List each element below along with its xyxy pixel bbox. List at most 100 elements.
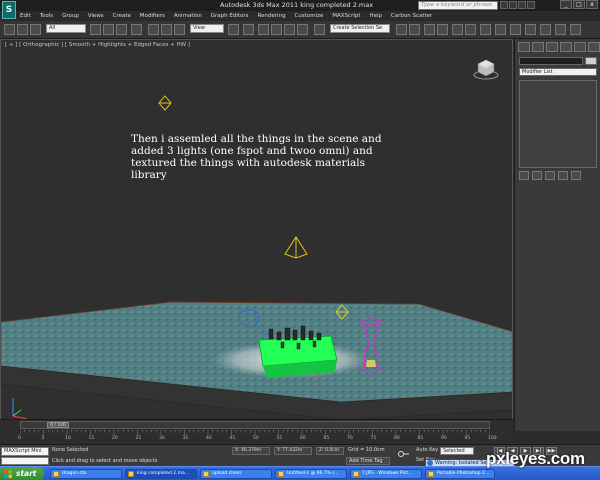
close-button[interactable]: x bbox=[586, 0, 598, 9]
edit-named-sets-icon[interactable] bbox=[314, 24, 325, 35]
add-time-tag-button[interactable]: Add Time Tag bbox=[346, 457, 390, 465]
search-input[interactable]: Type a keyword or phrase bbox=[418, 1, 498, 10]
object-name-field[interactable] bbox=[519, 57, 583, 65]
menu-group[interactable]: Group bbox=[62, 11, 79, 21]
pivot-icon[interactable] bbox=[228, 24, 239, 35]
material-editor-icon[interactable] bbox=[480, 24, 491, 35]
taskbar-item-upload-chess[interactable]: upload chess bbox=[200, 469, 272, 479]
snap-toggle-icon[interactable] bbox=[258, 24, 269, 35]
track-tick-label: 45 bbox=[229, 436, 236, 441]
menu-customize[interactable]: Customize bbox=[294, 11, 323, 21]
selection-status: None Selected bbox=[52, 447, 89, 453]
render-production-icon[interactable] bbox=[525, 24, 536, 35]
mirror-icon[interactable] bbox=[396, 24, 407, 35]
menu-tools[interactable]: Tools bbox=[40, 11, 54, 21]
select-by-name-icon[interactable] bbox=[103, 24, 114, 35]
menu-bar: Edit Tools Group Views Create Modifiers … bbox=[20, 11, 600, 21]
reference-coordinate-select[interactable]: View bbox=[190, 24, 224, 33]
menu-graph-editors[interactable]: Graph Editors bbox=[211, 11, 249, 21]
track-tick-label: 85 bbox=[417, 436, 424, 441]
rendered-frame-icon[interactable] bbox=[510, 24, 521, 35]
hierarchy-tab-icon[interactable] bbox=[546, 42, 558, 52]
object-color-swatch[interactable] bbox=[585, 57, 597, 65]
menu-maxscript[interactable]: MAXScript bbox=[332, 11, 360, 21]
modifier-list-select[interactable]: Modifier List bbox=[519, 68, 597, 76]
search-icon[interactable] bbox=[500, 1, 508, 9]
taskbar-item-photoshop[interactable]: Portable Photoshop 2... bbox=[425, 469, 495, 479]
menu-modifiers[interactable]: Modifiers bbox=[140, 11, 165, 21]
track-tick-label: 10 bbox=[65, 436, 71, 441]
menu-views[interactable]: Views bbox=[88, 11, 104, 21]
app-icon bbox=[428, 471, 434, 477]
move-icon[interactable] bbox=[148, 24, 159, 35]
modify-tab-icon[interactable] bbox=[532, 42, 544, 52]
taskbar-item-picture-viewer[interactable]: 7.JPG - Windows Pict... bbox=[350, 469, 422, 479]
x-coordinate-field[interactable]: X: 46.379m bbox=[232, 447, 270, 455]
spinner-snap-icon[interactable] bbox=[297, 24, 308, 35]
subscription-icon[interactable] bbox=[509, 1, 517, 9]
window-controls: _ □ x bbox=[559, 0, 598, 10]
utilities-tab-icon[interactable] bbox=[588, 42, 600, 52]
menu-help[interactable]: Help bbox=[369, 11, 382, 21]
menu-rendering[interactable]: Rendering bbox=[257, 11, 285, 21]
maximize-button[interactable]: □ bbox=[573, 0, 585, 9]
link-icon[interactable] bbox=[30, 24, 41, 35]
perspective-viewport[interactable]: [ + ] [ Orthographic ] [ Smooth + Highli… bbox=[0, 39, 513, 431]
render-iterative-icon[interactable] bbox=[540, 24, 551, 35]
graphite-toggle-icon[interactable] bbox=[437, 24, 448, 35]
menu-carbon-scatter[interactable]: Carbon Scatter bbox=[391, 11, 432, 21]
show-end-result-icon[interactable] bbox=[532, 171, 542, 180]
y-coordinate-field[interactable]: Y: 77.432m bbox=[274, 447, 312, 455]
key-icon[interactable] bbox=[398, 450, 410, 458]
viewport-label[interactable]: [ + ] [ Orthographic ] [ Smooth + Highli… bbox=[5, 42, 190, 48]
display-tab-icon[interactable] bbox=[574, 42, 586, 52]
schematic-view-icon[interactable] bbox=[465, 24, 476, 35]
curve-editor-icon[interactable] bbox=[452, 24, 463, 35]
remove-modifier-icon[interactable] bbox=[558, 171, 568, 180]
menu-animation[interactable]: Animation bbox=[174, 11, 202, 21]
z-coordinate-field[interactable]: Z: 0.0cm bbox=[316, 447, 344, 455]
menu-edit[interactable]: Edit bbox=[20, 11, 31, 21]
taskbar-item-photoshop-doc[interactable]: Untitled-1 @ 66.7% (... bbox=[275, 469, 347, 479]
percent-snap-icon[interactable] bbox=[284, 24, 295, 35]
taskbar-item-3dsmax[interactable]: king completed 2.ma... bbox=[125, 469, 197, 479]
rect-selection-icon[interactable] bbox=[116, 24, 127, 35]
modifier-stack[interactable] bbox=[519, 80, 597, 168]
window-title: Autodesk 3ds Max 2011 king completed 2.m… bbox=[220, 1, 374, 9]
align-icon[interactable] bbox=[409, 24, 420, 35]
track-tick-label: 70 bbox=[347, 436, 353, 441]
time-slider[interactable]: 0 / 100 bbox=[20, 421, 490, 429]
angle-snap-icon[interactable] bbox=[271, 24, 282, 35]
make-unique-icon[interactable] bbox=[545, 171, 555, 180]
auto-key-button[interactable]: Auto Key bbox=[416, 447, 438, 453]
named-selection-sets-select[interactable]: Create Selection Se bbox=[330, 24, 390, 33]
undo-icon[interactable] bbox=[4, 24, 15, 35]
maxscript-output-field[interactable] bbox=[1, 457, 49, 465]
time-slider-thumb[interactable]: 0 / 100 bbox=[47, 422, 69, 428]
configure-sets-icon[interactable] bbox=[571, 171, 581, 180]
maxscript-listener-input[interactable]: MAXScript Mini bbox=[1, 447, 49, 456]
key-filter-select[interactable]: Selected bbox=[440, 447, 474, 455]
scale-icon[interactable] bbox=[174, 24, 185, 35]
layer-manager-icon[interactable] bbox=[424, 24, 435, 35]
taskbar-item-dragon[interactable]: dragon.stx bbox=[50, 469, 122, 479]
timeline: 0 / 100 0 5 10 15 20 25 30 35 40 45 50 55 60 65 70 75 80… bbox=[0, 419, 513, 444]
create-tab-icon[interactable] bbox=[518, 42, 530, 52]
pin-stack-icon[interactable] bbox=[519, 171, 529, 180]
activeshade-icon[interactable] bbox=[555, 24, 566, 35]
render-online-icon[interactable] bbox=[570, 24, 581, 35]
help-icon[interactable] bbox=[527, 1, 535, 9]
manipulate-icon[interactable] bbox=[243, 24, 254, 35]
redo-icon[interactable] bbox=[17, 24, 28, 35]
selection-filter-select[interactable]: All bbox=[46, 24, 86, 33]
select-object-icon[interactable] bbox=[90, 24, 101, 35]
app-logo-icon[interactable]: S bbox=[2, 1, 16, 19]
motion-tab-icon[interactable] bbox=[560, 42, 572, 52]
menu-create[interactable]: Create bbox=[113, 11, 131, 21]
render-setup-icon[interactable] bbox=[495, 24, 506, 35]
window-crossing-icon[interactable] bbox=[131, 24, 142, 35]
viewcube-icon[interactable] bbox=[473, 58, 499, 80]
minimize-button[interactable]: _ bbox=[560, 0, 572, 9]
star-icon[interactable] bbox=[518, 1, 526, 9]
rotate-icon[interactable] bbox=[161, 24, 172, 35]
